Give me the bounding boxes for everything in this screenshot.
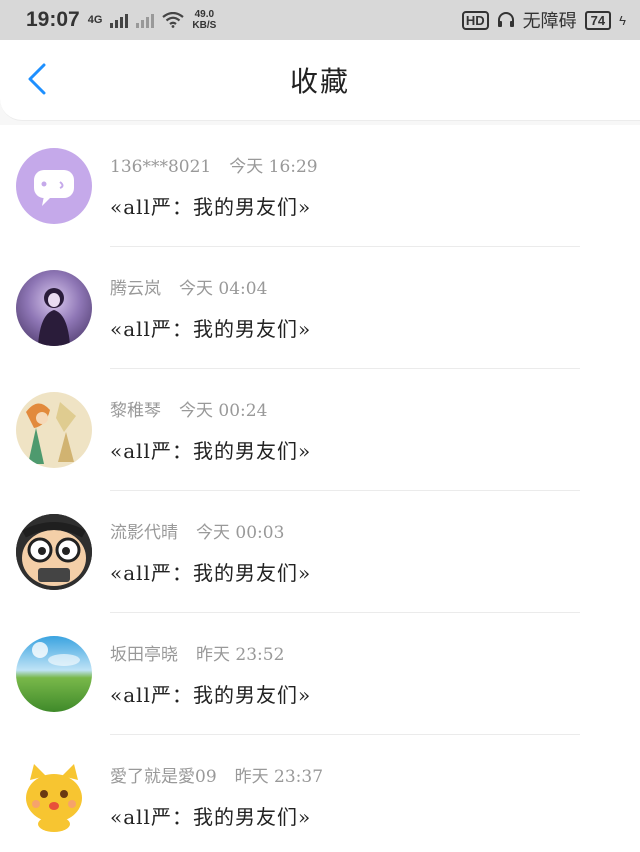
battery-indicator: 74 xyxy=(584,10,612,30)
favorite-title: «all严：我的男友们» xyxy=(110,805,312,829)
list-item[interactable]: 腾云岚 今天 04:04 «all严：我的男友们» xyxy=(0,247,640,369)
accessibility-label: 无障碍 xyxy=(522,11,577,31)
favorite-title: «all严：我的男友们» xyxy=(110,317,312,341)
list-item[interactable]: 愛了就是愛09 昨天 23:37 «all严：我的男友们» xyxy=(0,735,640,852)
favorite-title: «all严：我的男友们» xyxy=(110,195,312,219)
hd-icon: HD xyxy=(461,10,489,30)
avatar xyxy=(16,514,92,590)
nav-header: 收藏 xyxy=(0,40,640,121)
list-item[interactable]: 136***8021 今天 16:29 «all严：我的男友们» xyxy=(0,125,640,247)
charging-icon: ϟ xyxy=(619,12,626,28)
item-content: 黎稚琴 今天 00:24 «all严：我的男友们» xyxy=(110,396,311,464)
user-name[interactable]: 坂田亭晓 xyxy=(110,645,178,665)
avatar xyxy=(16,270,92,346)
timestamp: 昨天 23:52 xyxy=(196,645,285,665)
item-content: 136***8021 今天 16:29 «all严：我的男友们» xyxy=(110,152,318,220)
avatar xyxy=(16,392,92,468)
status-bar: 19:07 4G 49.0 KB/S HD 无障碍 74 ϟ xyxy=(0,0,640,40)
timestamp: 今天 00:03 xyxy=(196,523,285,543)
back-button[interactable] xyxy=(22,62,52,96)
timestamp: 今天 00:24 xyxy=(179,401,268,421)
timestamp: 昨天 23:37 xyxy=(234,767,324,787)
user-name[interactable]: 流影代晴 xyxy=(110,523,178,543)
list-item[interactable]: 流影代晴 今天 00:03 «all严：我的男友们» xyxy=(0,491,640,613)
item-meta: 腾云岚 今天 04:04 xyxy=(110,274,311,299)
wifi-icon xyxy=(162,12,185,28)
list-item[interactable]: 坂田亭晓 昨天 23:52 «all严：我的男友们» xyxy=(0,613,640,735)
avatar xyxy=(16,636,92,712)
item-meta: 愛了就是愛09 昨天 23:37 xyxy=(110,762,323,787)
speed-value: 49.0 xyxy=(194,9,215,20)
headphone-icon xyxy=(497,12,514,27)
portrait-icon xyxy=(38,288,70,346)
network-type: 4G xyxy=(87,14,103,26)
cat-icon xyxy=(26,764,82,832)
status-left: 19:07 4G 49.0 KB/S xyxy=(26,8,216,32)
status-time: 19:07 xyxy=(26,8,80,31)
favorite-title: «all严：我的男友们» xyxy=(110,683,312,707)
item-meta: 136***8021 今天 16:29 xyxy=(110,152,318,177)
favorites-list: 136***8021 今天 16:29 «all严：我的男友们» 腾云岚 今天 04… xyxy=(0,125,640,852)
list-item[interactable]: 黎稚琴 今天 00:24 «all严：我的男友们» xyxy=(0,369,640,491)
item-meta: 流影代晴 今天 00:03 xyxy=(110,518,311,543)
illustration-icon xyxy=(26,402,76,464)
user-name[interactable]: 黎稚琴 xyxy=(110,401,161,421)
landscape-icon xyxy=(32,642,80,666)
avatar xyxy=(16,148,92,224)
user-name[interactable]: 腾云岚 xyxy=(110,279,161,299)
avatar xyxy=(16,758,92,834)
user-name[interactable]: 136***8021 xyxy=(110,157,211,177)
timestamp: 今天 04:04 xyxy=(179,279,268,299)
cartoon-face-icon xyxy=(16,514,92,590)
signal-icon xyxy=(110,12,129,28)
item-content: 坂田亭晓 昨天 23:52 «all严：我的男友们» xyxy=(110,640,311,708)
back-chevron-icon xyxy=(28,63,46,95)
user-name[interactable]: 愛了就是愛09 xyxy=(110,767,217,787)
item-content: 流影代晴 今天 00:03 «all严：我的男友们» xyxy=(110,518,311,586)
network-speed: 49.0 KB/S xyxy=(192,9,216,31)
item-meta: 坂田亭晓 昨天 23:52 xyxy=(110,640,311,665)
page-title: 收藏 xyxy=(289,65,350,98)
item-content: 愛了就是愛09 昨天 23:37 «all严：我的男友们» xyxy=(110,762,323,830)
favorite-title: «all严：我的男友们» xyxy=(110,439,312,463)
item-meta: 黎稚琴 今天 00:24 xyxy=(110,396,311,421)
speed-unit: KB/S xyxy=(192,20,217,31)
item-content: 腾云岚 今天 04:04 «all严：我的男友们» xyxy=(110,274,311,342)
timestamp: 今天 16:29 xyxy=(229,157,318,177)
status-right: HD 无障碍 74 ϟ xyxy=(461,7,626,33)
favorite-title: «all严：我的男友们» xyxy=(110,561,312,585)
chat-bubble-icon xyxy=(34,170,74,206)
signal-icon-secondary xyxy=(136,12,155,28)
